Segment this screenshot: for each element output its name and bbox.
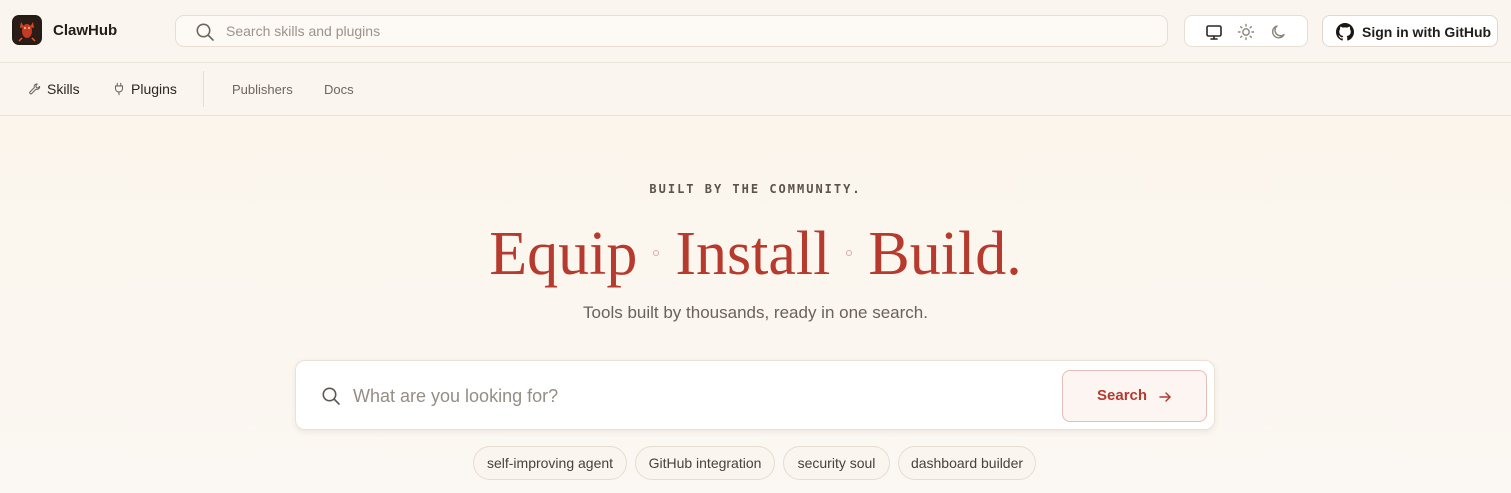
hero-section: BUILT BY THE COMMUNITY. Equip Install Bu… xyxy=(0,116,1511,493)
top-bar: ClawHub Sign in w xyxy=(0,0,1511,63)
suggestion-chip-dashboard-builder[interactable]: dashboard builder xyxy=(898,446,1036,480)
search-icon xyxy=(196,23,214,41)
suggestion-chip-security-soul[interactable]: security soul xyxy=(783,446,890,480)
nav-item-plugins[interactable]: Plugins xyxy=(112,81,184,99)
nav-link-docs[interactable]: Docs xyxy=(324,82,354,97)
secondary-nav: Skills Plugins Publishers Docs xyxy=(0,63,1511,116)
github-icon xyxy=(1336,23,1354,41)
nav-item-label: Skills xyxy=(47,81,80,97)
nav-link-publishers[interactable]: Publishers xyxy=(232,82,293,97)
arrow-right-icon xyxy=(1159,392,1171,402)
suggestion-chip-self-improving-agent[interactable]: self-improving agent xyxy=(473,446,627,480)
headline-word-build: Build. xyxy=(868,220,1022,288)
headline-word-install: Install xyxy=(675,220,831,288)
search-button[interactable]: Search xyxy=(1062,370,1207,422)
suggestion-chip-github-integration[interactable]: GitHub integration xyxy=(635,446,775,480)
main-search-box[interactable]: Search xyxy=(295,360,1215,430)
sign-in-github-button[interactable]: Sign in with GitHub xyxy=(1322,15,1498,47)
brand-name[interactable]: ClawHub xyxy=(53,22,117,39)
sign-in-label: Sign in with GitHub xyxy=(1362,24,1492,40)
nav-divider xyxy=(203,71,204,107)
plug-icon xyxy=(114,82,124,96)
moon-icon[interactable] xyxy=(1269,22,1289,42)
search-icon xyxy=(322,387,340,405)
headline-separator-dot xyxy=(846,250,853,256)
headline-word-equip: Equip xyxy=(489,220,638,288)
hero-headline: Equip Install Build. xyxy=(0,219,1511,289)
hero-subline: Tools built by thousands, ready in one s… xyxy=(583,303,928,322)
search-button-label: Search xyxy=(1097,387,1148,404)
theme-switcher xyxy=(1184,15,1308,47)
monitor-icon[interactable] xyxy=(1204,22,1224,42)
top-search-box[interactable] xyxy=(175,15,1168,47)
headline-separator-dot xyxy=(653,250,660,256)
nav-item-skills[interactable]: Skills xyxy=(28,81,88,99)
top-search-input[interactable] xyxy=(226,16,1126,46)
wrench-icon xyxy=(29,83,41,95)
nav-item-label: Plugins xyxy=(131,81,177,97)
sun-icon[interactable] xyxy=(1236,22,1256,42)
clawhub-logo[interactable] xyxy=(12,15,42,45)
hero-eyebrow: BUILT BY THE COMMUNITY. xyxy=(649,182,862,196)
main-search-input[interactable] xyxy=(353,377,1043,415)
